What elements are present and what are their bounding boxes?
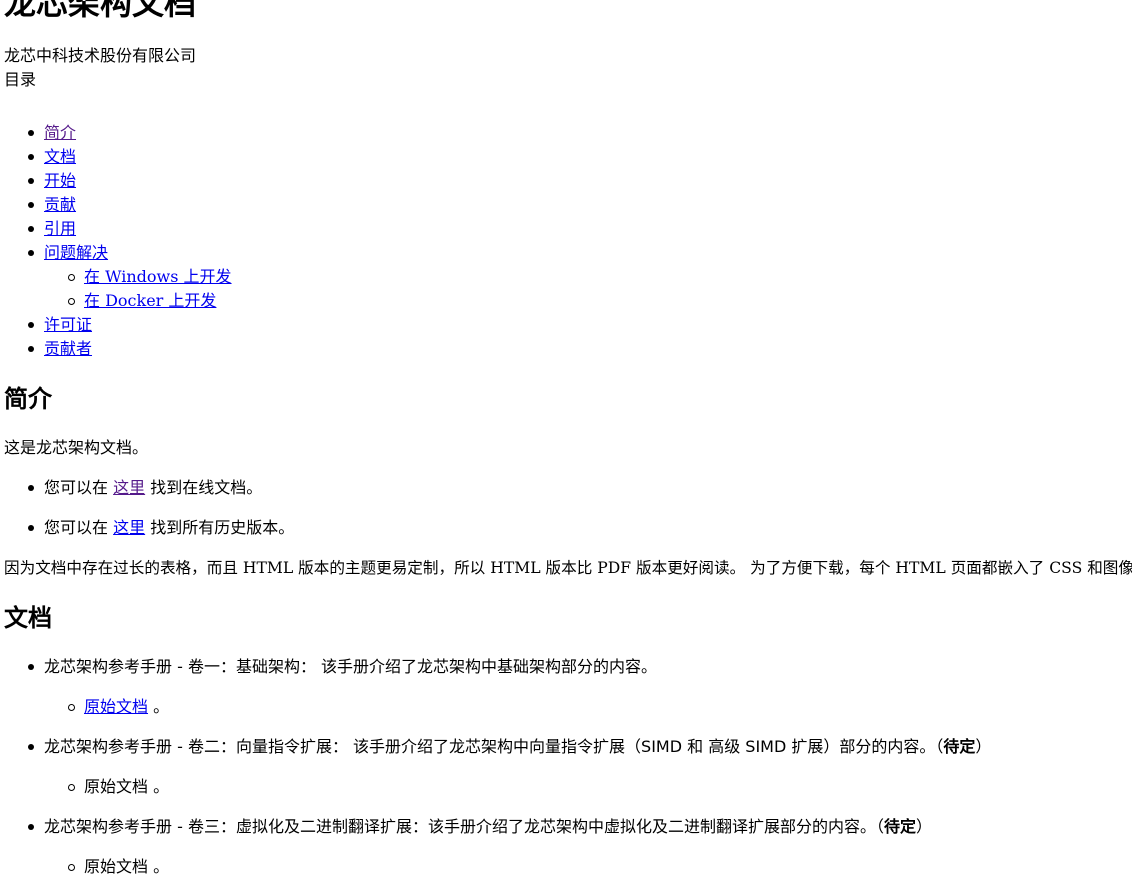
page-title: 龙芯架构文档 [4,0,197,22]
toc-link-troubleshooting[interactable]: 问题解决 [44,243,108,262]
toc-item-start: 开始 [4,169,1132,193]
intro-bullet-suffix: 找到所有历史版本。 [145,518,295,537]
docs-subitem-vol1: 原始文档 。 [68,695,170,719]
company-name: 龙芯中科技术股份有限公司 [4,46,197,65]
toc-link-contributors[interactable]: 贡献者 [44,339,92,358]
docs-subitem-suffix: 。 [148,697,170,716]
toc-link-docker[interactable]: 在 Docker 上开发 [84,291,216,310]
docs-item-close: ） [975,737,992,756]
toc-heading: 目录 [4,70,37,89]
toc-link-intro[interactable]: 简介 [44,123,76,142]
bullet-disc-icon [28,226,34,232]
toc-link-contribute[interactable]: 贡献 [44,195,76,214]
toc-item-contribute: 贡献 [4,193,1132,217]
table-of-contents: 简介 文档 开始 贡献 引用 问题解决 在 Windows 上开发 在 Dock… [4,121,1132,361]
intro-bullet-suffix: 找到在线文档。 [145,478,263,497]
section-heading-docs: 文档 [4,604,52,632]
bullet-disc-icon [28,744,34,750]
section-heading-intro: 简介 [4,385,52,413]
online-docs-link[interactable]: 这里 [113,478,145,497]
docs-item-vol1: 龙芯架构参考手册 - 卷一：基础架构： 该手册介绍了龙芯架构中基础架构部分的内容… [28,655,658,679]
document-page: 龙芯架构文档 龙芯中科技术股份有限公司 目录 简介 文档 开始 贡献 引用 问题… [4,0,1132,876]
toc-item-intro: 简介 [4,121,1132,145]
bullet-disc-icon [28,202,34,208]
bullet-circle-icon [68,274,75,281]
vol3-original-doc-text: 原始文档 [84,857,149,876]
docs-subitem-vol2: 原始文档 。 [68,775,170,799]
toc-link-license[interactable]: 许可证 [44,315,92,334]
bullet-disc-icon [28,346,34,352]
bullet-disc-icon [28,154,34,160]
docs-subitem-vol3: 原始文档 。 [68,855,170,879]
status-tbd-badge: 待定 [883,817,916,836]
docs-item-vol2: 龙芯架构参考手册 - 卷二：向量指令扩展： 该手册介绍了龙芯架构中向量指令扩展（… [28,735,992,759]
history-versions-link[interactable]: 这里 [113,518,145,537]
docs-item-text: 龙芯架构参考手册 - 卷一：基础架构： 该手册介绍了龙芯架构中基础架构部分的内容… [44,657,658,676]
bullet-circle-icon [68,784,75,791]
intro-bullet-online: 您可以在 这里 找到在线文档。 [28,476,263,500]
bullet-disc-icon [28,664,34,670]
toc-link-docs[interactable]: 文档 [44,147,76,166]
docs-item-text: 龙芯架构参考手册 - 卷二：向量指令扩展： 该手册介绍了龙芯架构中向量指令扩展（… [44,737,944,756]
toc-item-contributors: 贡献者 [4,337,1132,361]
bullet-circle-icon [68,298,75,305]
bullet-disc-icon [28,824,34,830]
bullet-disc-icon [28,525,34,531]
intro-paragraph-html-note: 因为文档中存在过长的表格，而且 HTML 版本的主题更易定制，所以 HTML 版… [4,559,1132,577]
vol1-original-doc-link[interactable]: 原始文档 [84,697,148,716]
bullet-circle-icon [68,864,75,871]
docs-subitem-suffix: 。 [148,777,170,796]
toc-item-troubleshooting: 问题解决 [4,241,1132,265]
bullet-disc-icon [28,485,34,491]
status-tbd-badge: 待定 [943,737,976,756]
toc-item-license: 许可证 [4,313,1132,337]
toc-item-windows: 在 Windows 上开发 [4,265,1132,289]
bullet-disc-icon [28,250,34,256]
docs-item-close: ） [915,817,932,836]
toc-link-windows[interactable]: 在 Windows 上开发 [84,267,232,286]
intro-paragraph: 这是龙芯架构文档。 [4,438,149,457]
bullet-circle-icon [68,704,75,711]
intro-bullet-prefix: 您可以在 [44,478,114,497]
toc-item-docker: 在 Docker 上开发 [4,289,1132,313]
toc-item-docs: 文档 [4,145,1132,169]
bullet-disc-icon [28,322,34,328]
intro-bullet-prefix: 您可以在 [44,518,114,537]
intro-bullet-history: 您可以在 这里 找到所有历史版本。 [28,516,295,540]
bullet-disc-icon [28,130,34,136]
toc-item-cite: 引用 [4,217,1132,241]
docs-item-text: 龙芯架构参考手册 - 卷三：虚拟化及二进制翻译扩展：该手册介绍了龙芯架构中虚拟化… [44,817,884,836]
docs-subitem-suffix: 。 [148,857,170,876]
bullet-disc-icon [28,178,34,184]
toc-link-start[interactable]: 开始 [44,171,76,190]
toc-link-cite[interactable]: 引用 [44,219,76,238]
vol2-original-doc-text: 原始文档 [84,777,149,796]
docs-item-vol3: 龙芯架构参考手册 - 卷三：虚拟化及二进制翻译扩展：该手册介绍了龙芯架构中虚拟化… [28,815,932,839]
